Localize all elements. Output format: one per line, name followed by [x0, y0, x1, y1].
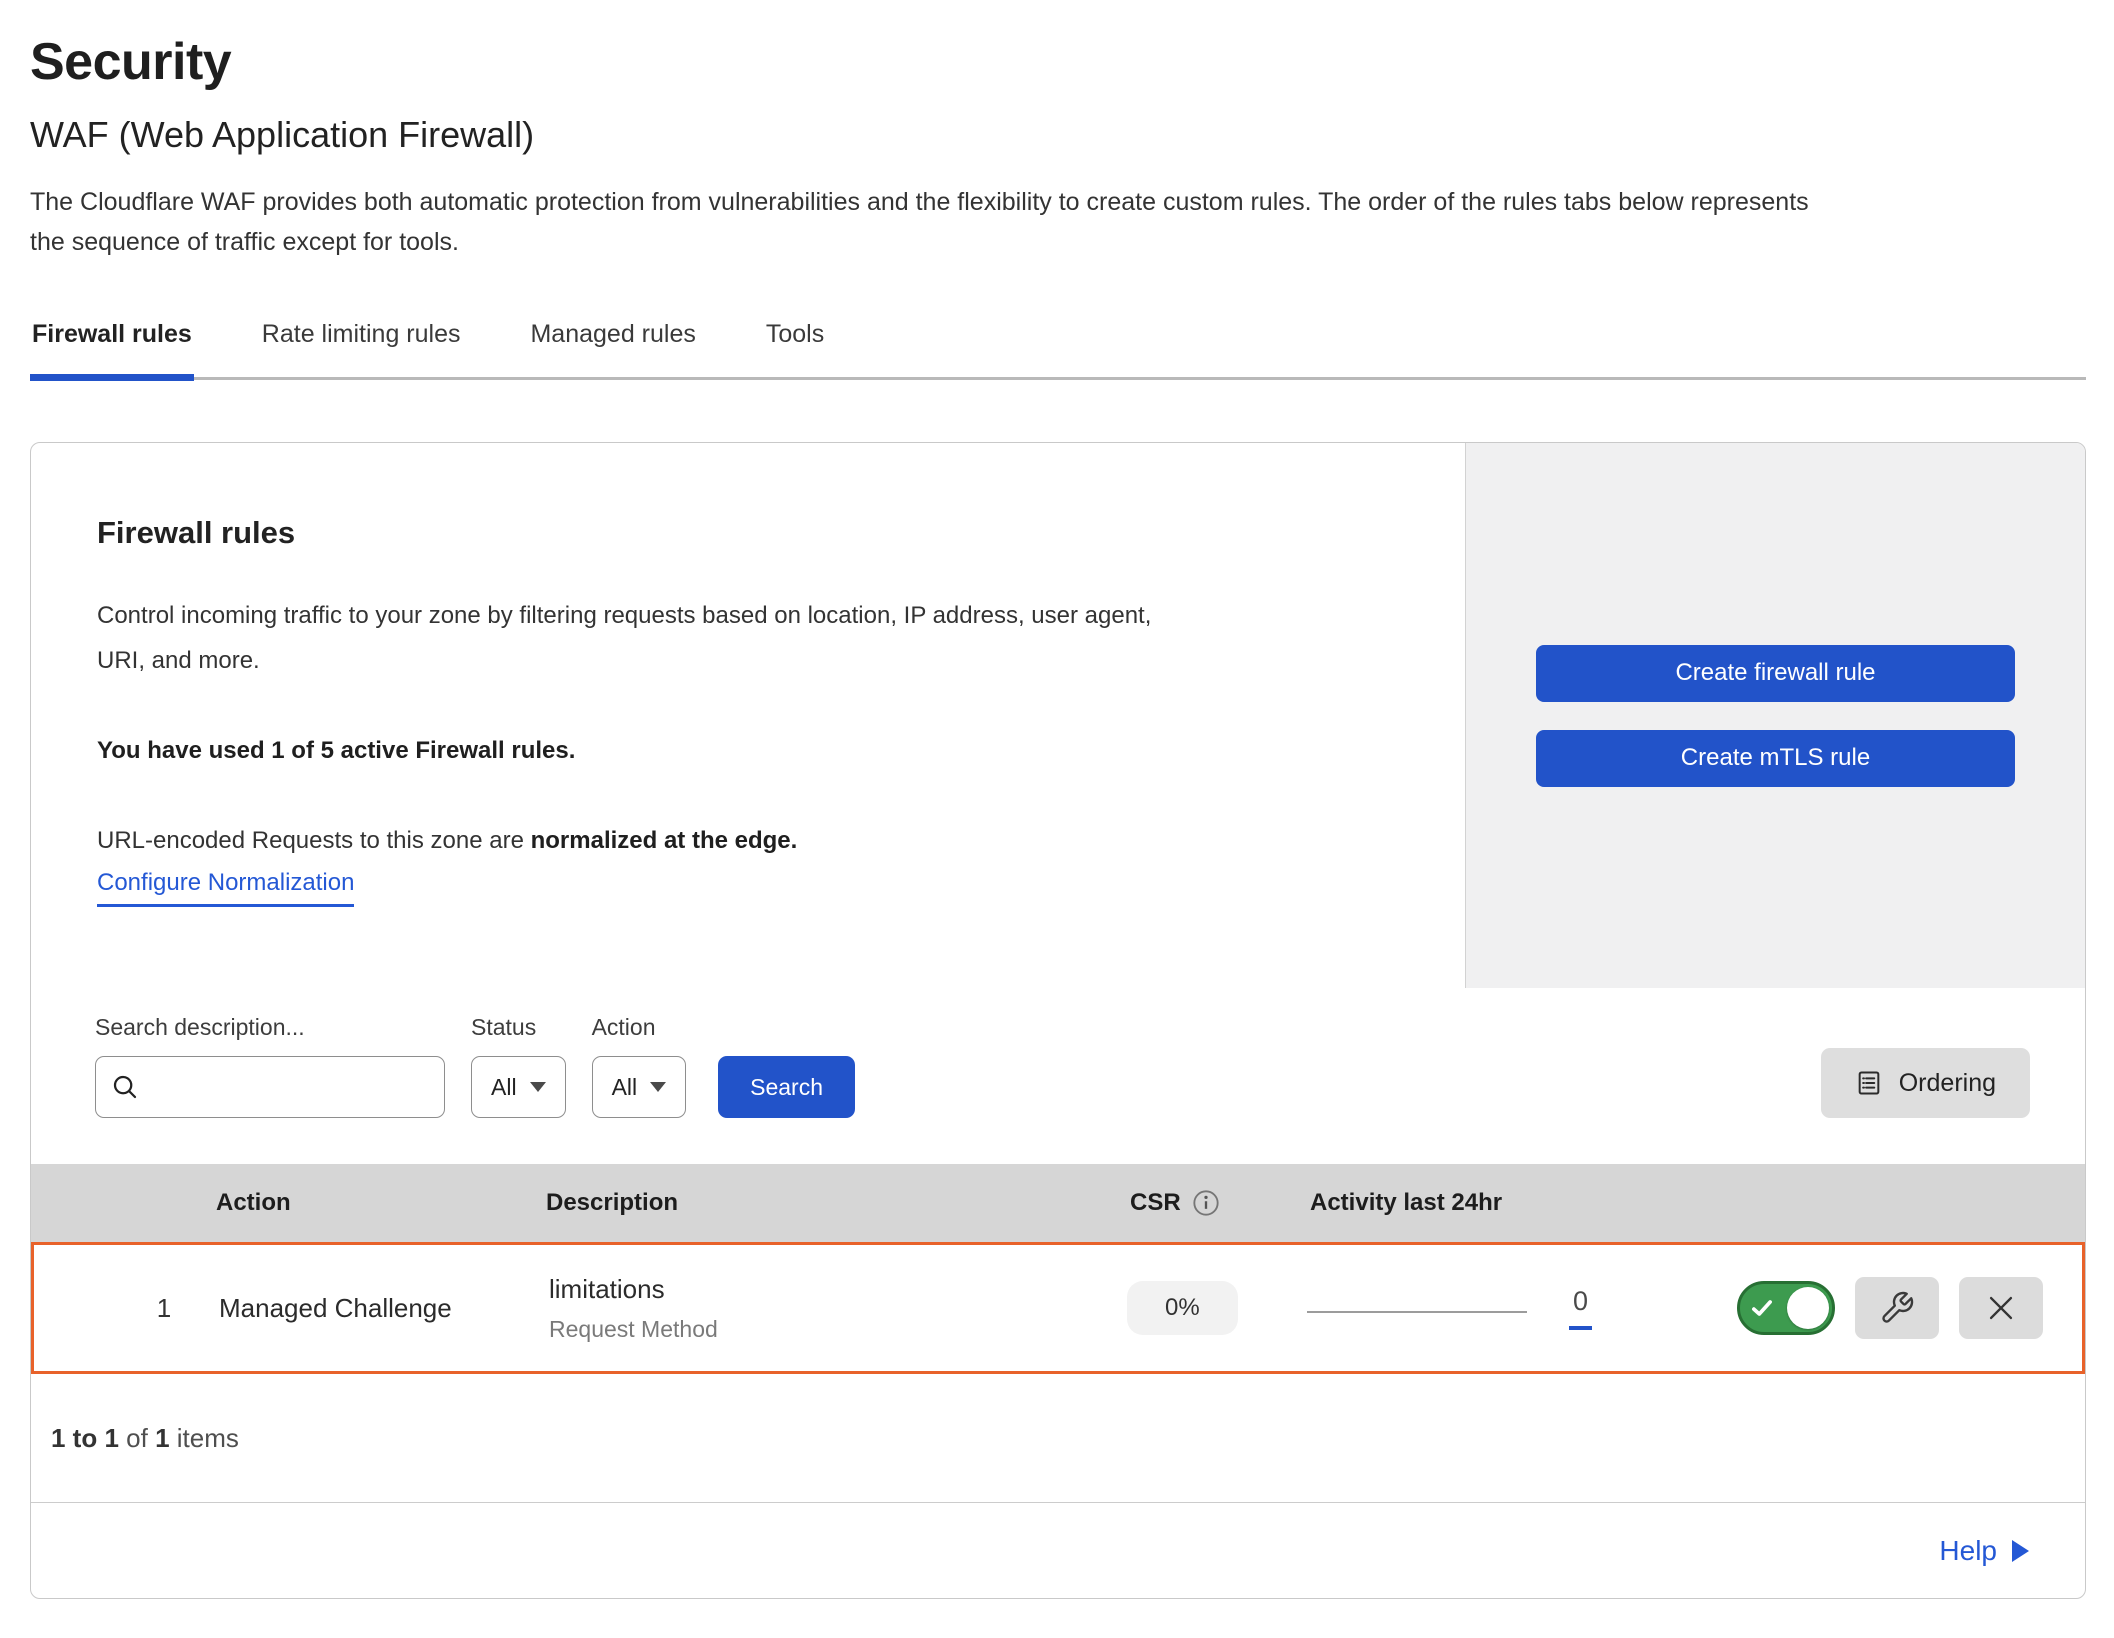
overview-content: Firewall rules Control incoming traffic …: [31, 443, 1465, 988]
rule-enabled-toggle[interactable]: [1737, 1281, 1835, 1335]
actions-panel: Create firewall rule Create mTLS rule: [1465, 443, 2085, 988]
activity-count-link[interactable]: 0: [1569, 1286, 1592, 1330]
normalization-text: URL-encoded Requests to this zone are no…: [97, 827, 1405, 855]
status-dropdown[interactable]: All: [471, 1056, 566, 1118]
header-activity: Activity last 24hr: [1310, 1189, 1740, 1217]
tab-rate-limiting-rules[interactable]: Rate limiting rules: [260, 308, 463, 377]
search-icon: [110, 1072, 140, 1102]
configure-normalization-link[interactable]: Configure Normalization: [97, 869, 354, 907]
edit-rule-button[interactable]: [1855, 1277, 1939, 1339]
ordering-button-label: Ordering: [1899, 1069, 1996, 1098]
activity-sparkline: [1307, 1311, 1527, 1313]
tab-tools[interactable]: Tools: [764, 308, 826, 377]
help-link[interactable]: Help: [1939, 1535, 2029, 1567]
search-filter-group: Search description...: [95, 1014, 445, 1118]
filter-bar: Search description... Status All Action: [31, 988, 2085, 1164]
action-value: All: [612, 1074, 638, 1101]
wrench-icon: [1879, 1290, 1915, 1326]
rule-action: Managed Challenge: [219, 1293, 549, 1324]
firewall-rules-overview: Firewall rules Control incoming traffic …: [31, 443, 2085, 988]
rule-expression-field: Request Method: [549, 1316, 1127, 1343]
ordering-button[interactable]: Ordering: [1821, 1048, 2030, 1118]
rule-description: limitations: [549, 1274, 1127, 1305]
header-action: Action: [216, 1189, 546, 1217]
check-icon: [1749, 1295, 1775, 1321]
table-header: Action Description CSR Activity last 24h…: [31, 1164, 2085, 1242]
search-input[interactable]: [95, 1056, 445, 1118]
search-button[interactable]: Search: [718, 1056, 855, 1118]
security-waf-page: Security WAF (Web Application Firewall) …: [30, 32, 2086, 1599]
page-subtitle: WAF (Web Application Firewall): [30, 114, 2086, 156]
chevron-down-icon: [530, 1082, 546, 1092]
help-arrow-icon: [2012, 1540, 2029, 1562]
delete-rule-button[interactable]: [1959, 1277, 2043, 1339]
toggle-knob: [1787, 1287, 1829, 1329]
waf-tabs: Firewall rules Rate limiting rules Manag…: [30, 308, 2086, 380]
chevron-down-icon: [650, 1082, 666, 1092]
rule-priority: 1: [109, 1293, 219, 1324]
rule-description-cell: limitations Request Method: [549, 1274, 1127, 1343]
firewall-rule-row: 1 Managed Challenge limitations Request …: [31, 1242, 2085, 1374]
create-mtls-rule-button[interactable]: Create mTLS rule: [1536, 730, 2015, 787]
action-dropdown[interactable]: All: [592, 1056, 687, 1118]
close-icon: [1984, 1291, 2018, 1325]
firewall-rules-card: Firewall rules Control incoming traffic …: [30, 442, 2086, 1599]
usage-text: You have used 1 of 5 active Firewall rul…: [97, 737, 1405, 765]
status-label: Status: [471, 1014, 566, 1041]
status-filter-group: Status All: [471, 1014, 566, 1118]
csr-badge: 0%: [1127, 1281, 1238, 1335]
rule-controls: [1737, 1277, 2082, 1339]
rule-csr-cell: 0%: [1127, 1281, 1307, 1335]
info-icon[interactable]: [1192, 1189, 1220, 1217]
search-label: Search description...: [95, 1014, 445, 1041]
pagination-summary: 1 to 1 of 1 items: [31, 1374, 2085, 1502]
header-description: Description: [546, 1189, 1130, 1217]
header-csr: CSR: [1130, 1189, 1310, 1217]
rule-activity-cell: 0: [1307, 1286, 1737, 1330]
action-filter-group: Action All: [592, 1014, 687, 1118]
tab-managed-rules[interactable]: Managed rules: [528, 308, 697, 377]
page-description: The Cloudflare WAF provides both automat…: [30, 182, 1830, 262]
action-label: Action: [592, 1014, 687, 1041]
tab-firewall-rules[interactable]: Firewall rules: [30, 308, 194, 377]
help-label: Help: [1939, 1535, 1997, 1567]
help-row: Help: [31, 1502, 2085, 1598]
section-heading: Firewall rules: [97, 515, 1405, 551]
status-value: All: [491, 1074, 517, 1101]
section-description: Control incoming traffic to your zone by…: [97, 593, 1187, 683]
ordering-list-icon: [1855, 1069, 1883, 1097]
search-box: [95, 1056, 445, 1118]
create-firewall-rule-button[interactable]: Create firewall rule: [1536, 645, 2015, 702]
page-title: Security: [30, 32, 2086, 92]
